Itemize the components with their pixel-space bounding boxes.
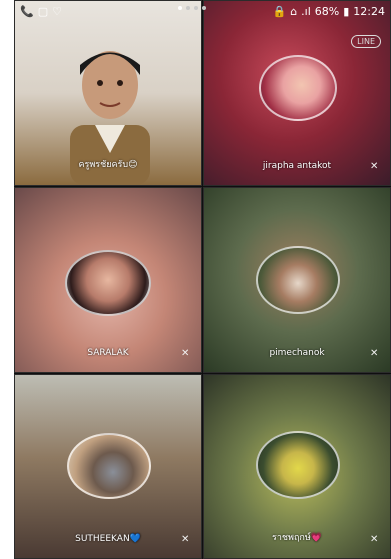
- participant-avatar: [67, 433, 151, 499]
- battery-icon: ▮: [343, 4, 350, 18]
- signal-text: .ıl: [301, 4, 311, 18]
- participant-tile-3[interactable]: SARALAK ✕: [14, 187, 202, 373]
- video-call-screen: 📞 ▢ ♡ 🔒 ⌂ .ıl 68% ▮ 12:24 LINE ครูพรชัยค…: [14, 0, 391, 559]
- participant-avatar: [259, 55, 337, 121]
- phone-icon: 📞: [20, 4, 34, 18]
- participant-avatar: [65, 250, 151, 316]
- participant-name: SUTHEEKAN💙: [75, 534, 141, 544]
- participant-tile-1[interactable]: ครูพรชัยครับ😊: [14, 0, 202, 186]
- participant-name: ราชพฤกษ์💗: [272, 533, 322, 543]
- mic-muted-icon: ✕: [370, 161, 379, 172]
- participant-tile-2[interactable]: jirapha antakot ✕: [203, 0, 391, 186]
- battery-percent: 68%: [314, 4, 340, 18]
- heart-icon: ♡: [52, 4, 62, 18]
- participant-avatar: [256, 246, 340, 314]
- participant-avatar: [256, 431, 340, 499]
- lock-icon: 🔒: [272, 4, 287, 18]
- status-left: 📞 ▢ ♡: [20, 5, 62, 18]
- participant-name: pimechanok: [269, 348, 325, 358]
- participant-grid: ครูพรชัยครับ😊 jirapha antakot ✕ SARALAK …: [14, 0, 391, 559]
- participant-tile-6[interactable]: ราชพฤกษ์💗 ✕: [203, 374, 391, 559]
- mic-muted-icon: ✕: [370, 534, 379, 545]
- participant-tile-4[interactable]: pimechanok ✕: [203, 187, 391, 373]
- status-right: 🔒 ⌂ .ıl 68% ▮ 12:24: [272, 5, 385, 18]
- clock: 12:24: [353, 4, 385, 18]
- participant-name: ครูพรชัยครับ😊: [78, 160, 138, 170]
- status-bar: 📞 ▢ ♡ 🔒 ⌂ .ıl 68% ▮ 12:24: [14, 0, 391, 22]
- mic-muted-icon: ✕: [370, 348, 379, 359]
- sim-icon: ▢: [37, 4, 49, 18]
- line-badge: LINE: [351, 35, 381, 48]
- participant-name: SARALAK: [87, 348, 129, 358]
- mic-muted-icon: ✕: [181, 348, 190, 359]
- participant-tile-5[interactable]: SUTHEEKAN💙 ✕: [14, 374, 202, 559]
- mic-muted-icon: ✕: [181, 534, 190, 545]
- participant-name: jirapha antakot: [262, 161, 332, 171]
- wifi-icon: ⌂: [290, 4, 298, 18]
